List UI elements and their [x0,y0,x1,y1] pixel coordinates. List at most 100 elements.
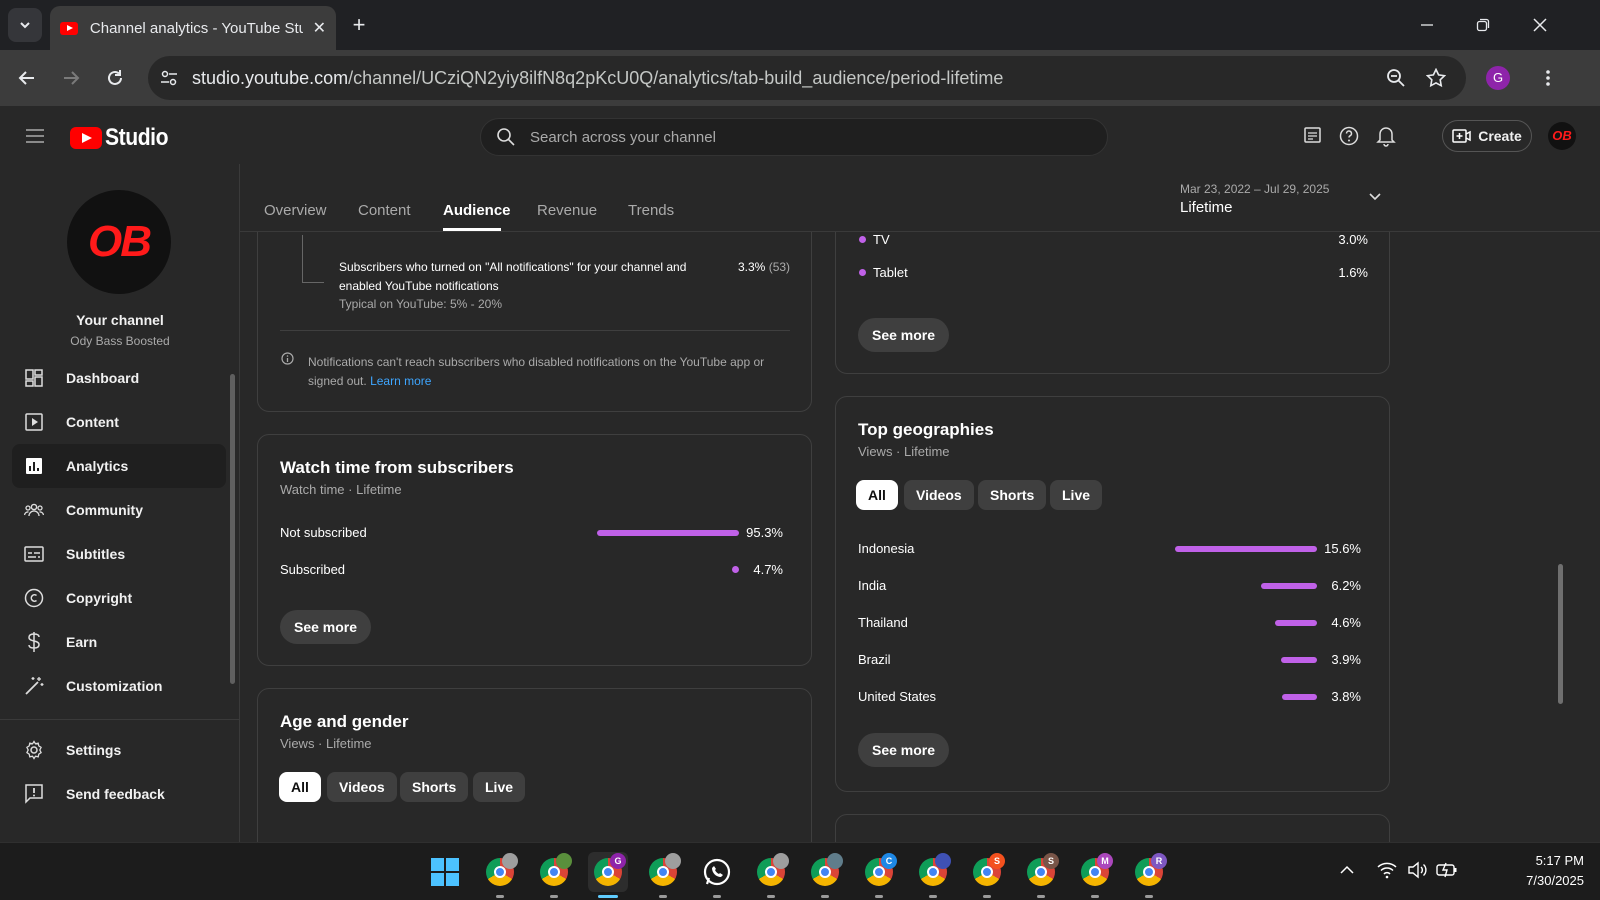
geographies-see-more-button[interactable]: See more [858,733,950,767]
forward-button[interactable] [55,62,87,94]
tab-trends[interactable]: Trends [628,202,674,219]
back-button[interactable] [11,62,43,94]
address-bar[interactable]: studio.youtube.com/channel/UCziQN2yiy8il… [148,56,1466,100]
chrome-profile-s2-icon[interactable]: S [1021,852,1061,898]
geo-chip-shorts[interactable]: Shorts [978,480,1047,510]
period-range[interactable]: Mar 23, 2022 – Jul 29, 2025 [1180,182,1329,196]
browser-menu-button[interactable] [1532,62,1564,94]
sidebar-item-earn[interactable]: Earn [12,620,226,664]
chevron-up-icon[interactable] [1339,865,1355,875]
sidebar-item-dashboard[interactable]: Dashboard [12,356,226,400]
zoom-icon[interactable] [1386,68,1406,88]
chrome-profile-g-icon[interactable]: G [588,852,628,898]
bookmark-star-icon[interactable] [1426,68,1446,88]
chrome-profile-2-icon[interactable] [534,852,574,898]
studio-header: Studio Search across your channel Create… [0,106,1600,164]
sidebar-item-content[interactable]: Content [12,400,226,444]
age-chip-all[interactable]: All [279,772,321,802]
sidebar-item-send-feedback[interactable]: Send feedback [12,772,226,816]
taskbar-date[interactable]: 7/30/2025 [1500,873,1584,888]
geo-chip-all[interactable]: All [856,480,898,510]
running-indicator [929,895,937,898]
device-see-more-button[interactable]: See more [858,318,950,352]
messages-icon[interactable] [1303,126,1323,146]
youtube-favicon-icon [60,21,78,35]
profile-badge [773,853,789,869]
tab-revenue[interactable]: Revenue [537,202,597,219]
create-video-icon [1452,129,1471,143]
running-indicator [1037,895,1045,898]
tab-content[interactable]: Content [358,202,411,219]
sidebar-divider [0,719,240,720]
learn-more-link[interactable]: Learn more [370,374,431,388]
tab-close-icon[interactable]: ✕ [313,18,326,38]
age-gender-subtitle: Views · Lifetime [280,736,372,751]
wifi-icon[interactable] [1377,861,1397,879]
chrome-profile-s-icon[interactable]: S [967,852,1007,898]
tree-connector [302,235,324,283]
battery-charging-icon[interactable] [1436,862,1458,878]
geo-row-label: India [858,578,887,593]
hamburger-menu-icon[interactable] [25,128,45,144]
card-divider [280,330,790,331]
chrome-profile-r-icon[interactable]: R [1129,852,1169,898]
new-tab-button[interactable]: + [346,12,372,38]
notifications-bell-icon[interactable] [1376,125,1396,147]
chrome-profile-m-icon[interactable]: M [1075,852,1115,898]
channel-avatar[interactable]: OB [67,190,171,294]
close-window-button[interactable] [1525,12,1555,38]
reload-button[interactable] [99,62,131,94]
tab-audience[interactable]: Audience [443,202,511,219]
main-scrollbar[interactable] [1558,564,1563,704]
account-avatar[interactable]: OB [1548,122,1576,150]
volume-icon[interactable] [1407,861,1427,879]
minimize-button[interactable] [1412,12,1442,38]
help-icon[interactable] [1339,126,1359,146]
taskbar-time[interactable]: 5:17 PM [1508,853,1584,868]
tab-overview[interactable]: Overview [264,202,327,219]
age-chip-live[interactable]: Live [473,772,526,802]
chrome-profile-c-icon[interactable]: C [859,852,899,898]
geo-row-value: 3.8% [1331,689,1361,704]
geo-row-label: Thailand [858,615,908,630]
restore-button[interactable] [1468,12,1498,38]
geo-chip-live[interactable]: Live [1050,480,1103,510]
device-dot [859,236,866,243]
watch-row-bar [597,530,739,536]
browser-toolbar: studio.youtube.com/channel/UCziQN2yiy8il… [0,50,1600,106]
profile-badge [502,853,518,869]
sidebar-item-copyright[interactable]: Copyright [12,576,226,620]
site-info-icon[interactable] [160,69,178,87]
tab-search-button[interactable] [8,8,42,42]
profile-badge [935,853,951,869]
running-indicator [875,895,883,898]
studio-logo[interactable]: Studio [70,124,177,152]
sidebar-scrollbar[interactable] [230,374,235,684]
browser-tab-strip: Channel analytics - YouTube Studio ✕ + [0,0,1600,50]
period-label[interactable]: Lifetime [1180,199,1233,216]
chrome-profile-6-icon[interactable] [913,852,953,898]
create-button[interactable]: Create [1442,120,1532,152]
device-row-value: 1.6% [1338,265,1368,280]
chrome-profile-3-icon[interactable] [643,852,683,898]
sidebar-item-community[interactable]: Community [12,488,226,532]
start-menu-icon[interactable] [425,852,465,892]
age-chip-videos[interactable]: Videos [327,772,397,802]
chevron-down-icon[interactable] [1368,192,1382,202]
whatsapp-icon[interactable] [697,852,737,898]
community-icon [24,500,44,520]
geo-chip-videos[interactable]: Videos [904,480,974,510]
chrome-profile-5-icon[interactable] [805,852,845,898]
watch-time-see-more-button[interactable]: See more [280,610,372,644]
sidebar-item-analytics[interactable]: Analytics [12,444,226,488]
channel-search-input[interactable]: Search across your channel [480,118,1108,156]
sidebar-item-subtitles[interactable]: Subtitles [12,532,226,576]
chrome-profile-1-icon[interactable] [480,852,520,898]
browser-tab-active[interactable]: Channel analytics - YouTube Studio ✕ [50,6,336,50]
age-chip-shorts[interactable]: Shorts [400,772,469,802]
browser-profile-avatar[interactable]: G [1486,66,1510,90]
forward-arrow-icon [64,71,80,85]
sidebar-item-customization[interactable]: Customization [12,664,226,708]
chrome-profile-4-icon[interactable] [751,852,791,898]
sidebar-item-settings[interactable]: Settings [12,728,226,772]
